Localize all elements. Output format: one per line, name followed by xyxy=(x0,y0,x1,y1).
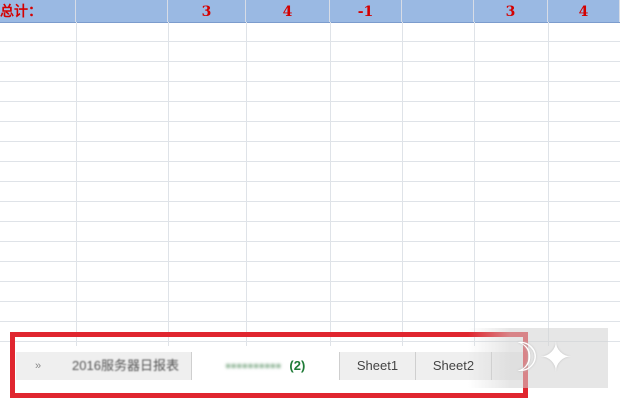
logo-watermark-icon: ☽✦ xyxy=(468,328,608,388)
total-cell[interactable] xyxy=(402,0,474,22)
grid-row-line xyxy=(0,161,620,162)
tab-label-suffix: (2) xyxy=(289,358,306,373)
total-cell[interactable] xyxy=(76,0,168,22)
tab-sheet1[interactable]: Sheet1 xyxy=(340,352,416,380)
tab-active-sheet[interactable]: ▪▪▪▪▪▪▪▪▪▪ (2) xyxy=(192,352,340,380)
tab-scroll-arrow[interactable]: » xyxy=(26,352,50,380)
spreadsheet-grid: 总计： 3 4 -1 3 4 xyxy=(0,0,620,346)
grid-row-line xyxy=(0,261,620,262)
grid-row-line xyxy=(0,61,620,62)
tab-label: 2016服务器日报表 xyxy=(72,358,179,373)
grid-column-line xyxy=(474,22,475,346)
total-cell[interactable]: -1 xyxy=(330,0,402,22)
grid-row-line xyxy=(0,181,620,182)
total-cell[interactable]: 3 xyxy=(168,0,246,22)
grid-column-line xyxy=(246,22,247,346)
grid-row-line xyxy=(0,121,620,122)
total-cell[interactable]: 4 xyxy=(548,0,620,22)
grid-row-line xyxy=(0,301,620,302)
grid-row-line xyxy=(0,81,620,82)
grid-column-line xyxy=(330,22,331,346)
grid-column-line xyxy=(168,22,169,346)
total-cell[interactable]: 3 xyxy=(474,0,548,22)
tab-label: ▪▪▪▪▪▪▪▪▪▪ xyxy=(225,358,282,373)
grid-row-line xyxy=(0,281,620,282)
grid-row-line xyxy=(0,201,620,202)
total-label[interactable]: 总计： xyxy=(0,0,76,22)
grid-row-line xyxy=(0,241,620,242)
grid-row-line xyxy=(0,141,620,142)
grid-row-line xyxy=(0,101,620,102)
grid-row-line xyxy=(0,41,620,42)
grid-column-line xyxy=(402,22,403,346)
tab-sheet-daily-report[interactable]: 2016服务器日报表 xyxy=(60,352,192,380)
total-row: 总计： 3 4 -1 3 4 xyxy=(0,0,620,23)
grid-row-line xyxy=(0,321,620,322)
tab-label: Sheet1 xyxy=(356,358,399,373)
total-cell[interactable]: 4 xyxy=(246,0,330,22)
grid-column-line xyxy=(548,22,549,346)
grid-row-line xyxy=(0,221,620,222)
grid-column-line xyxy=(76,22,77,346)
